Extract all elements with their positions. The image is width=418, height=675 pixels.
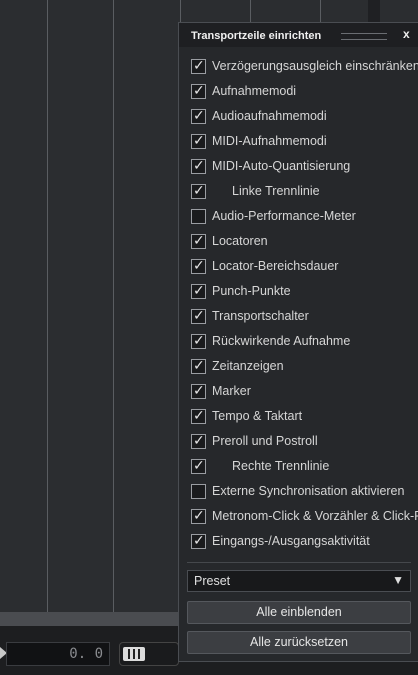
checkbox[interactable]: ✓ — [191, 158, 206, 174]
checkmark-icon: ✓ — [193, 358, 205, 374]
checkbox[interactable] — [191, 484, 206, 499]
checkbox-label: Tempo & Taktart — [212, 409, 303, 423]
checkmark-icon: ✓ — [193, 158, 205, 174]
checkbox[interactable]: ✓ — [191, 308, 206, 324]
checkbox-row[interactable]: ✓ MIDI-Auto-Quantisierung — [179, 156, 418, 181]
checkbox-label: Punch-Punkte — [212, 284, 291, 298]
checkmark-icon: ✓ — [193, 383, 205, 399]
checkmark-icon: ✓ — [193, 108, 205, 124]
checkbox-label: MIDI-Aufnahmemodi — [212, 134, 327, 148]
checkmark-icon: ✓ — [193, 58, 205, 74]
transport-setup-panel: Transportzeile einrichten x ✓ Verzögerung… — [178, 22, 418, 662]
checkbox-label: MIDI-Auto-Quantisierung — [212, 159, 351, 173]
panel-header: Transportzeile einrichten x — [179, 23, 418, 47]
checkbox[interactable]: ✓ — [191, 83, 206, 99]
checkbox-label: Metronom-Click & Vorzähler & Click-Patte… — [212, 509, 418, 523]
checkbox[interactable]: ✓ — [191, 108, 206, 124]
checkbox-row[interactable]: ✓ Punch-Punkte — [179, 281, 418, 306]
checkbox-row[interactable]: ✓ Zeitanzeigen — [179, 356, 418, 381]
checkbox-label: Eingangs-/Ausgangsaktivität — [212, 534, 370, 548]
checkbox-label: Verzögerungsausgleich einschränken — [212, 59, 418, 73]
checkbox-row[interactable]: ✓ Audioaufnahmemodi — [179, 106, 418, 131]
checkmark-icon: ✓ — [193, 408, 205, 424]
checkbox-label: Rückwirkende Aufnahme — [212, 334, 351, 348]
checkbox-row[interactable]: Externe Synchronisation aktivieren — [179, 481, 418, 506]
element-list: ✓ Verzögerungsausgleich einschränken ✓ Aufn… — [179, 56, 418, 556]
grid-line — [180, 0, 181, 22]
checkbox-row[interactable]: ✓ Verzögerungsausgleich einschränken — [179, 56, 418, 81]
preset-label: Preset — [194, 574, 231, 588]
dropdown-arrow-icon: ▼ — [392, 573, 404, 587]
divider — [187, 562, 411, 563]
checkbox-label: Zeitanzeigen — [212, 359, 284, 373]
checkbox[interactable]: ✓ — [191, 258, 206, 274]
checkmark-icon: ✓ — [193, 508, 205, 524]
checkbox-label: Transportschalter — [212, 309, 309, 323]
checkbox-label: Locatoren — [212, 234, 268, 248]
checkbox[interactable]: ✓ — [191, 458, 206, 474]
checkbox-row[interactable]: ✓ Tempo & Taktart — [179, 406, 418, 431]
checkbox-row[interactable]: ✓ Rückwirkende Aufnahme — [179, 331, 418, 356]
panel-title: Transportzeile einrichten — [191, 30, 322, 42]
checkbox[interactable]: ✓ — [191, 133, 206, 149]
checkbox[interactable]: ✓ — [191, 408, 206, 424]
checkbox[interactable]: ✓ — [191, 533, 206, 549]
checkbox[interactable]: ✓ — [191, 333, 206, 349]
checkbox-row[interactable]: ✓ Locatoren — [179, 231, 418, 256]
checkbox-label: Rechte Trennlinie — [232, 459, 330, 473]
drag-grip-icon[interactable] — [341, 33, 387, 40]
checkbox-row[interactable]: ✓ Metronom-Click & Vorzähler & Click-Patt… — [179, 506, 418, 531]
toggle-button[interactable] — [119, 642, 179, 666]
checkbox-label: Marker — [212, 384, 251, 398]
preset-select[interactable]: Preset ▼ — [187, 570, 411, 592]
checkmark-icon: ✓ — [193, 258, 205, 274]
grid-line — [47, 0, 48, 612]
checkbox-label: Externe Synchronisation aktivieren — [212, 484, 405, 498]
checkbox[interactable] — [191, 209, 206, 224]
checkmark-icon: ✓ — [193, 458, 205, 474]
checkbox-row[interactable]: ✓ Transportschalter — [179, 306, 418, 331]
checkbox-row[interactable]: ✓ Preroll und Postroll — [179, 431, 418, 456]
checkbox[interactable]: ✓ — [191, 383, 206, 399]
grid-line — [113, 0, 114, 612]
checkbox-row[interactable]: ✓ Locator-Bereichsdauer — [179, 256, 418, 281]
grid-line — [320, 0, 321, 22]
grid-line — [250, 0, 251, 22]
checkbox-label: Aufnahmemodi — [212, 84, 297, 98]
checkbox-row[interactable]: Audio-Performance-Meter — [179, 206, 418, 231]
checkbox[interactable]: ✓ — [191, 433, 206, 449]
checkmark-icon: ✓ — [193, 533, 205, 549]
checkmark-icon: ✓ — [193, 433, 205, 449]
checkbox-row[interactable]: ✓ Linke Trennlinie — [179, 181, 418, 206]
checkbox[interactable]: ✓ — [191, 358, 206, 374]
checkbox[interactable]: ✓ — [191, 58, 206, 74]
checkbox-row[interactable]: ✓ MIDI-Aufnahmemodi — [179, 131, 418, 156]
checkbox-label: Locator-Bereichsdauer — [212, 259, 339, 273]
position-display[interactable]: 0. 0 — [6, 642, 110, 666]
horizontal-scrollbar[interactable] — [0, 612, 180, 626]
checkbox-label: Preroll und Postroll — [212, 434, 318, 448]
checkbox-label: Linke Trennlinie — [232, 184, 320, 198]
checkbox[interactable]: ✓ — [191, 283, 206, 299]
checkbox-row[interactable]: ✓ Rechte Trennlinie — [179, 456, 418, 481]
bars-icon — [123, 647, 145, 661]
reset-all-button[interactable]: Alle zurücksetzen — [187, 631, 411, 654]
checkbox[interactable]: ✓ — [191, 183, 206, 199]
checkmark-icon: ✓ — [193, 183, 205, 199]
checkbox[interactable]: ✓ — [191, 508, 206, 524]
checkbox-label: Audio-Performance-Meter — [212, 209, 356, 223]
close-button[interactable]: x — [403, 27, 410, 41]
checkbox-label: Audioaufnahmemodi — [212, 109, 327, 123]
checkmark-icon: ✓ — [193, 83, 205, 99]
checkmark-icon: ✓ — [193, 133, 205, 149]
checkbox[interactable]: ✓ — [191, 233, 206, 249]
checkmark-icon: ✓ — [193, 308, 205, 324]
checkmark-icon: ✓ — [193, 333, 205, 349]
show-all-button[interactable]: Alle einblenden — [187, 601, 411, 624]
checkbox-row[interactable]: ✓ Marker — [179, 381, 418, 406]
checkbox-row[interactable]: ✓ Eingangs-/Ausgangsaktivität — [179, 531, 418, 556]
checkmark-icon: ✓ — [193, 283, 205, 299]
checkmark-icon: ✓ — [193, 233, 205, 249]
checkbox-row[interactable]: ✓ Aufnahmemodi — [179, 81, 418, 106]
